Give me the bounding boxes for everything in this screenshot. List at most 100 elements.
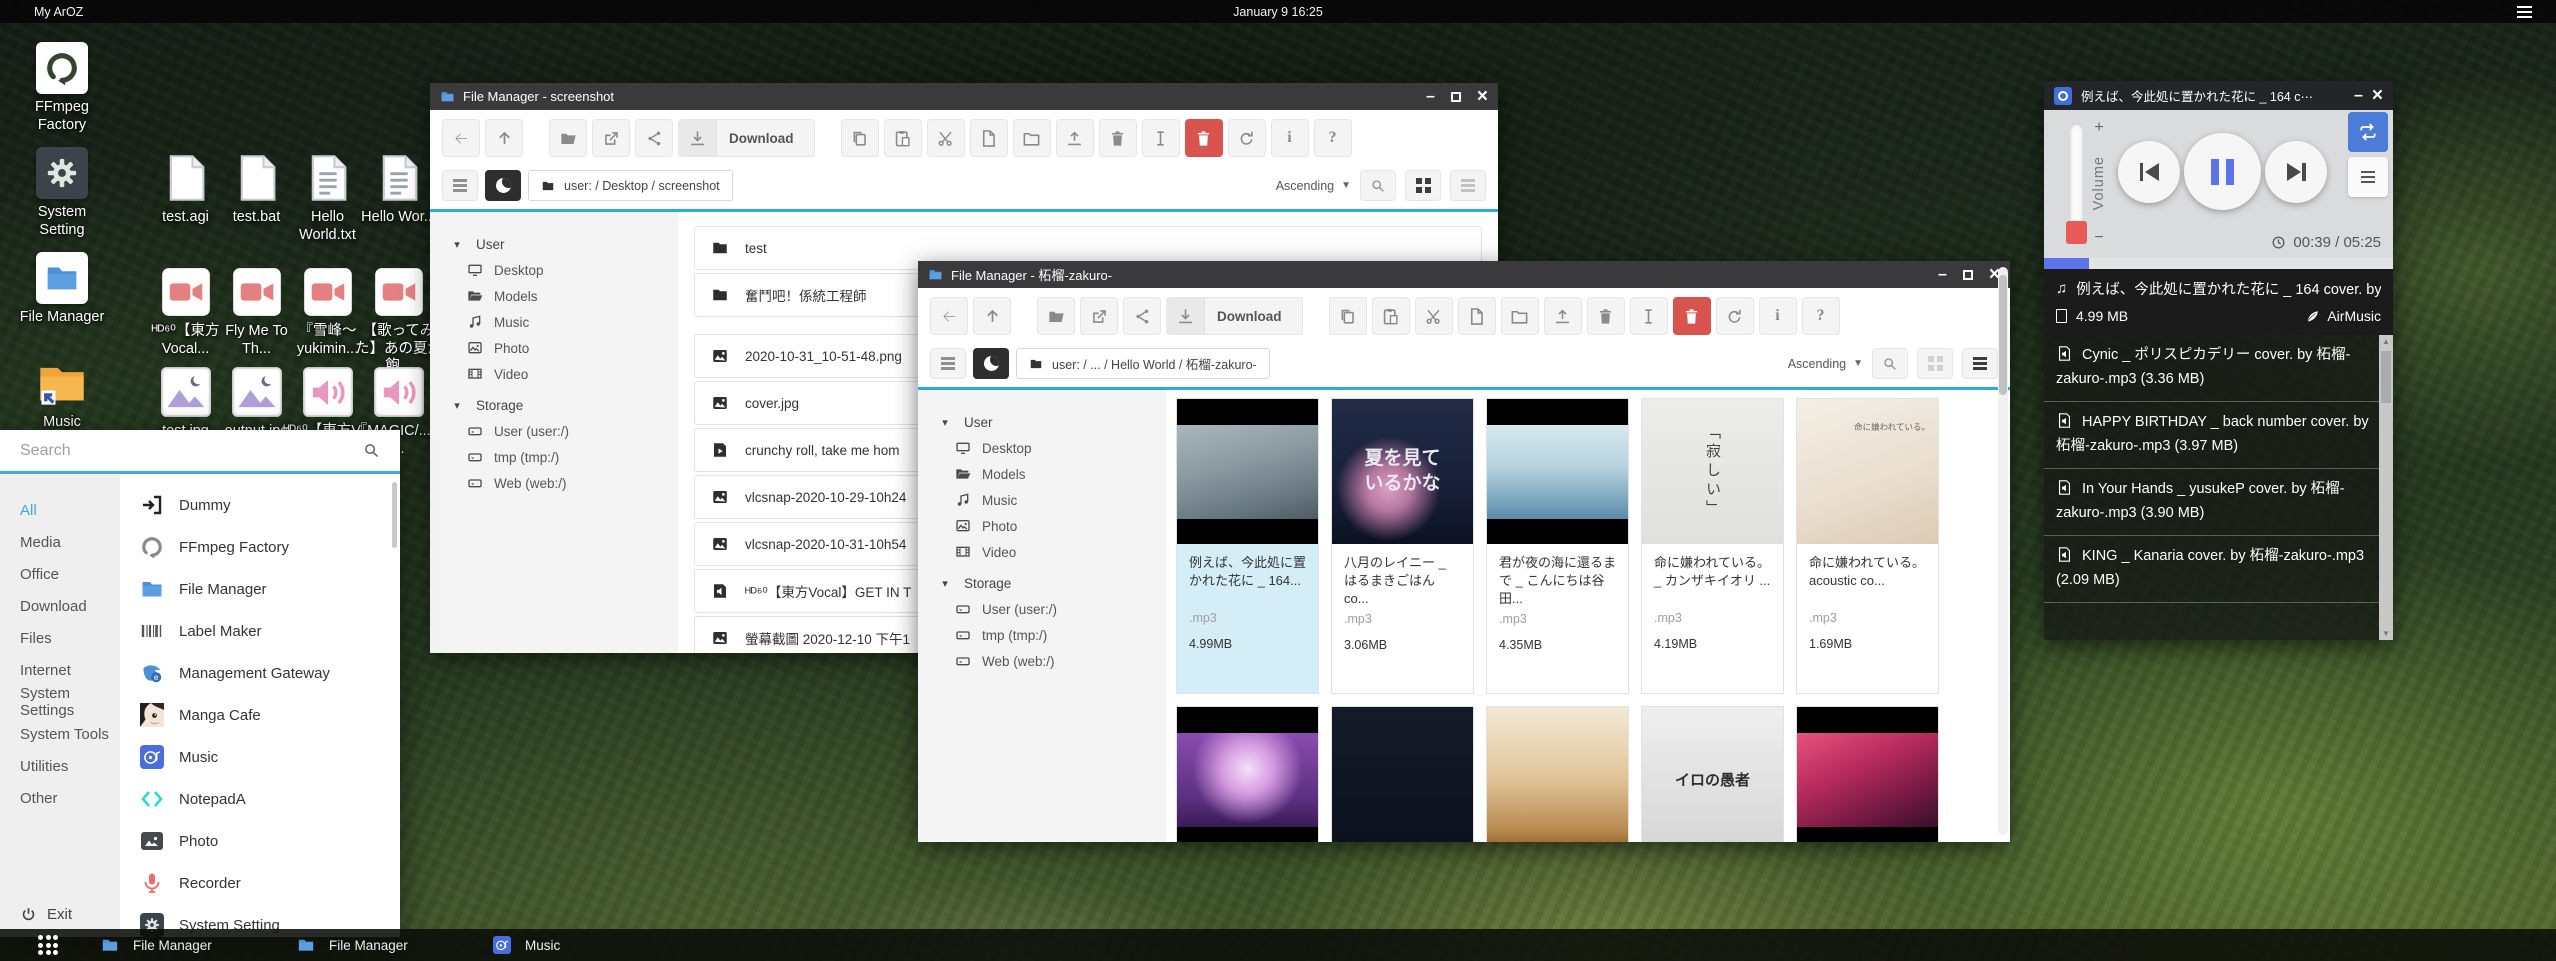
up-button[interactable] — [485, 119, 523, 157]
sort-dropdown[interactable]: Ascending▼ — [1788, 357, 1863, 371]
cut-button[interactable] — [927, 119, 965, 157]
new-file-button[interactable] — [970, 119, 1008, 157]
refresh-button[interactable] — [1716, 297, 1754, 335]
help-button[interactable]: ? — [1802, 297, 1840, 335]
back-button[interactable] — [442, 119, 480, 157]
sidebar-item[interactable]: User (user:/) — [448, 418, 678, 444]
exit-button[interactable]: Exit — [20, 906, 72, 923]
window-titlebar[interactable]: File Manager - 柘榴-zakuro- – × — [918, 261, 2010, 288]
file-card[interactable]: 「寂しい」 命に嫌われている。 _ カンザキイオリ ... .mp3 4.19M… — [1641, 398, 1784, 694]
paste-button[interactable] — [1372, 297, 1410, 335]
open-in-new-button[interactable] — [1080, 297, 1118, 335]
maximize-button[interactable] — [1451, 92, 1461, 102]
scrollbar[interactable]: ▲ ▼ — [2379, 335, 2393, 640]
list-view-button[interactable] — [1450, 170, 1486, 201]
startmenu-app-item[interactable]: Dummy — [120, 484, 400, 526]
file-card[interactable]: 命に嫌われている。 命に嫌われている。acoustic co... .mp3 1… — [1796, 398, 1939, 694]
sidebar-item[interactable]: Video — [936, 539, 1166, 565]
minimize-button[interactable]: – — [2354, 87, 2363, 105]
startmenu-app-item[interactable]: Photo — [120, 820, 400, 862]
window-titlebar[interactable]: File Manager - screenshot – × — [430, 83, 1498, 110]
playlist-item[interactable]: KING _ Kanaria cover. by 柘榴-zakuro-.mp3 … — [2044, 536, 2379, 603]
up-button[interactable] — [973, 297, 1011, 335]
search-icon[interactable] — [363, 442, 380, 459]
playlist-toggle-button[interactable] — [2348, 157, 2388, 197]
upload-button[interactable] — [1056, 119, 1094, 157]
search-button[interactable] — [1360, 170, 1396, 201]
previous-track-button[interactable] — [2118, 141, 2180, 203]
dark-mode-button[interactable] — [485, 170, 521, 201]
minimize-button[interactable]: – — [1938, 266, 1947, 284]
startmenu-category[interactable]: Download — [0, 590, 120, 622]
repeat-button[interactable] — [2348, 112, 2388, 152]
startmenu-category[interactable]: Internet — [0, 654, 120, 686]
sidebar-item[interactable]: Models — [936, 461, 1166, 487]
menu-toggle-button[interactable] — [442, 170, 478, 201]
breadcrumb[interactable]: user: / ... / Hello World / 柘榴-zakuro- — [1016, 348, 1270, 379]
new-folder-button[interactable] — [1013, 119, 1051, 157]
cut-button[interactable] — [1415, 297, 1453, 335]
sidebar-item[interactable]: ▾ Storage — [936, 570, 1166, 596]
startmenu-app-item[interactable]: File Manager — [120, 568, 400, 610]
sidebar-item[interactable]: Video — [448, 361, 678, 387]
volume-slider-thumb[interactable] — [2066, 221, 2087, 244]
playlist-item[interactable]: HAPPY BIRTHDAY _ back number cover. by柘榴… — [2044, 402, 2379, 469]
scrollbar-thumb[interactable] — [392, 482, 397, 548]
startmenu-category[interactable]: Office — [0, 558, 120, 590]
search-bar[interactable]: Search — [0, 430, 400, 471]
sidebar-item[interactable]: Photo — [936, 513, 1166, 539]
download-button[interactable]: Download — [678, 119, 815, 157]
download-button[interactable]: Download — [1166, 297, 1303, 335]
next-track-button[interactable] — [2265, 141, 2327, 203]
maximize-button[interactable] — [1963, 270, 1973, 280]
taskbar-item[interactable]: File Manager — [100, 936, 296, 954]
playlist-item[interactable]: In Your Hands _ yusukeP cover. by 柘榴-zak… — [2044, 469, 2379, 536]
help-button[interactable]: ? — [1314, 119, 1352, 157]
paste-button[interactable] — [884, 119, 922, 157]
back-button[interactable] — [930, 297, 968, 335]
progress-bar[interactable] — [2044, 258, 2393, 269]
open-button[interactable] — [1037, 297, 1075, 335]
startmenu-category[interactable]: Other — [0, 782, 120, 814]
window-titlebar[interactable]: 例えば、今此処に置かれた花に _ 164 c⋯ – × — [2044, 81, 2393, 110]
delete-button[interactable] — [1673, 297, 1711, 335]
app-launcher-icon[interactable] — [38, 935, 58, 955]
sort-dropdown[interactable]: Ascending▼ — [1276, 179, 1351, 193]
startmenu-category[interactable]: System Tools — [0, 718, 120, 750]
startmenu-category[interactable]: System Settings — [0, 686, 120, 718]
file-card[interactable]: 声 _ HarryP cover — [1331, 706, 1474, 842]
sidebar-item[interactable]: User (user:/) — [936, 596, 1166, 622]
startmenu-category[interactable]: Media — [0, 526, 120, 558]
trash-bin-button[interactable] — [1587, 297, 1625, 335]
rename-button[interactable] — [1142, 119, 1180, 157]
startmenu-app-item[interactable]: Recorder — [120, 862, 400, 904]
file-card[interactable]: 君が夜の海に還るまで _ こんにちは谷田... .mp3 4.35MB — [1486, 398, 1629, 694]
menu-toggle-button[interactable] — [930, 348, 966, 379]
copy-button[interactable] — [1329, 297, 1367, 335]
new-folder-button[interactable] — [1501, 297, 1539, 335]
close-button[interactable]: × — [2372, 85, 2383, 107]
file-card[interactable]: 夏を見て いるかな 八月のレイニー _ はるまきごはん co... .mp3 3… — [1331, 398, 1474, 694]
startmenu-app-item[interactable]: e Management Gateway — [120, 652, 400, 694]
sidebar-item[interactable]: Music — [448, 309, 678, 335]
sidebar-item[interactable]: ▾ User — [448, 231, 678, 257]
file-card[interactable]: 夢と葉桜 _ 青木月 — [1486, 706, 1629, 842]
trash-bin-button[interactable] — [1099, 119, 1137, 157]
desktop-icon[interactable]: FFmpeg Factory — [12, 42, 112, 147]
breadcrumb[interactable]: user: / Desktop / screenshot — [528, 170, 733, 201]
brand-label[interactable]: My ArOZ — [34, 5, 83, 19]
dark-mode-button[interactable] — [973, 348, 1009, 379]
file-card[interactable]: 例えば、今此処に置かれた花に _ 164... .mp3 4.99MB — [1176, 398, 1319, 694]
open-in-new-button[interactable] — [592, 119, 630, 157]
airmusic-badge[interactable]: AirMusic — [2305, 308, 2381, 324]
sidebar-item[interactable]: tmp (tmp:/) — [936, 622, 1166, 648]
info-button[interactable]: i — [1759, 297, 1797, 335]
sidebar-item[interactable]: tmp (tmp:/) — [448, 444, 678, 470]
open-button[interactable] — [549, 119, 587, 157]
hamburger-menu-icon[interactable] — [2517, 6, 2532, 18]
refresh-button[interactable] — [1228, 119, 1266, 157]
list-view-button[interactable] — [1962, 348, 1998, 379]
scrollbar[interactable] — [1998, 390, 2008, 835]
sidebar-item[interactable]: Web (web:/) — [448, 470, 678, 496]
rename-button[interactable] — [1630, 297, 1668, 335]
